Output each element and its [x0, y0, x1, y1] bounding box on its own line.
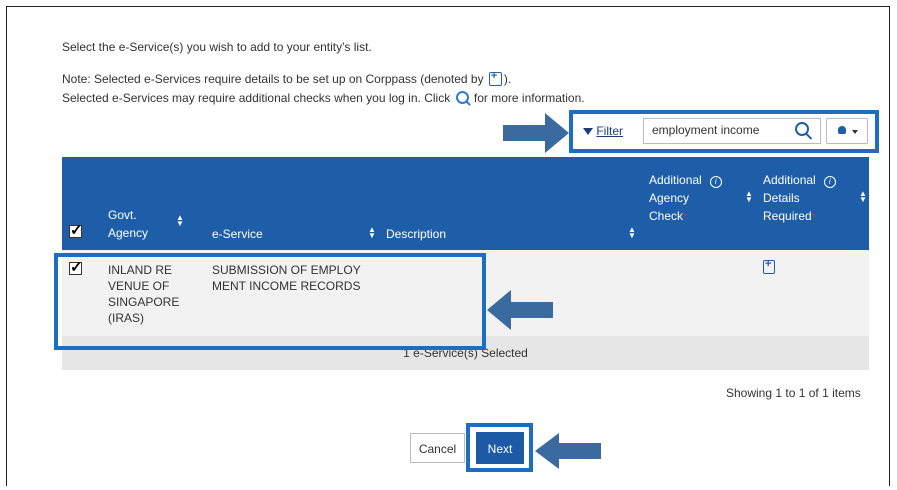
- col-agency[interactable]: Govt. Agency: [108, 206, 148, 242]
- required-mark: *: [683, 212, 687, 223]
- col-details-line1: Additional: [763, 173, 816, 187]
- add-details-icon: [488, 70, 502, 86]
- note-line-1-end: ).: [503, 72, 512, 86]
- note-line-1: Note: Selected e-Services require detail…: [62, 70, 512, 86]
- arrow-left-icon: [487, 290, 553, 330]
- col-details-line2: Details: [763, 191, 800, 205]
- note-line-2-text: Selected e-Services may require addition…: [62, 91, 451, 105]
- note-line-1-text: Note: Selected e-Services require detail…: [62, 72, 484, 86]
- search-highlight-box: [569, 110, 879, 153]
- table-header: ✓ Govt. Agency ▲ ▼ e-Service ▲ ▼ Descripti…: [62, 157, 869, 250]
- arrow-right-icon: [503, 113, 569, 153]
- cancel-button[interactable]: Cancel: [410, 433, 465, 463]
- sort-icon[interactable]: ▲ ▼: [176, 214, 184, 228]
- row-highlight-box: [54, 253, 486, 350]
- select-all-checkbox[interactable]: ✓: [69, 222, 83, 239]
- required-mark: *: [811, 212, 816, 223]
- col-agency-line2: Agency: [108, 226, 149, 240]
- add-details-icon[interactable]: +: [763, 258, 775, 274]
- col-check-line3: Check: [649, 209, 684, 223]
- col-additional-details-required[interactable]: Additional i Details Required*: [763, 171, 836, 227]
- sort-icon[interactable]: ▲ ▼: [368, 226, 376, 240]
- note-line-2-end: for more information.: [473, 91, 585, 105]
- sort-icon[interactable]: ▲ ▼: [859, 190, 867, 204]
- info-icon[interactable]: i: [709, 176, 722, 188]
- col-check-line2: Agency: [649, 191, 690, 205]
- arrow-left-icon: [535, 433, 601, 469]
- col-additional-agency-check[interactable]: Additional i Agency Check*: [649, 171, 722, 227]
- sort-icon[interactable]: ▲ ▼: [628, 226, 636, 240]
- note-line-2: Selected e-Services may require addition…: [62, 91, 585, 105]
- pagination-summary: Showing 1 to 1 of 1 items: [726, 386, 861, 400]
- col-check-line1: Additional: [649, 173, 702, 187]
- col-agency-line1: Govt.: [108, 208, 137, 222]
- magnifier-info-icon[interactable]: [455, 91, 469, 104]
- col-details-line3: Required: [763, 209, 812, 223]
- sort-icon[interactable]: ▲ ▼: [745, 190, 753, 204]
- col-description[interactable]: Description: [386, 227, 446, 241]
- next-highlight-box: [466, 423, 533, 472]
- info-icon[interactable]: i: [823, 176, 836, 188]
- intro-text: Select the e-Service(s) you wish to add …: [62, 40, 372, 54]
- col-eservice[interactable]: e-Service: [212, 227, 263, 241]
